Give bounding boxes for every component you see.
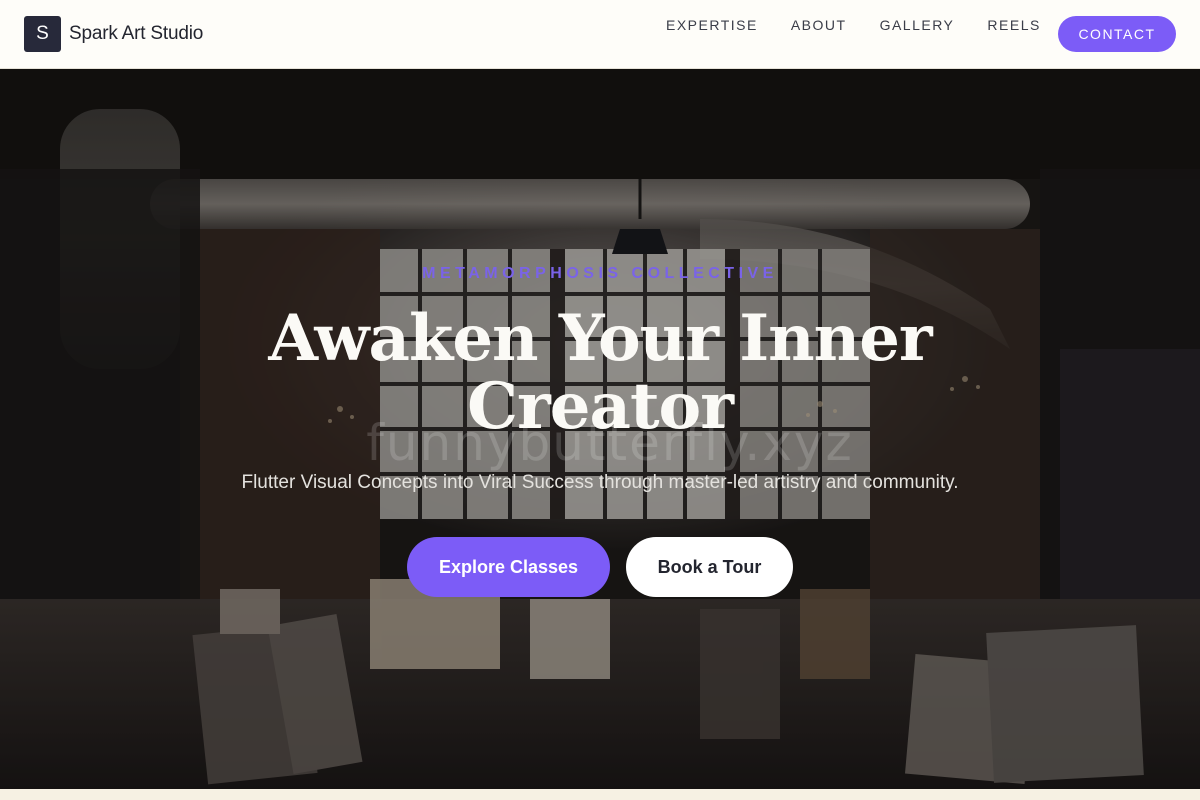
hero-section: METAMORPHOSIS COLLECTIVE Awaken Your Inn… — [0, 69, 1200, 789]
nav-item-about[interactable]: ABOUT — [791, 17, 847, 33]
nav-item-expertise[interactable]: EXPERTISE — [666, 17, 758, 33]
hero-subtitle: Flutter Visual Concepts into Viral Succe… — [241, 472, 959, 493]
watermark-text: funnybutterfly.xyz — [366, 414, 854, 472]
brand-name: Spark Art Studio — [69, 23, 204, 44]
next-section-edge — [0, 789, 1200, 800]
nav-item-gallery[interactable]: GALLERY — [880, 17, 955, 33]
main-nav: EXPERTISE ABOUT GALLERY REELS — [666, 17, 1074, 33]
logo-mark: S — [24, 16, 61, 52]
nav-item-reels[interactable]: REELS — [987, 17, 1040, 33]
explore-classes-button[interactable]: Explore Classes — [407, 537, 610, 597]
hero-eyebrow: METAMORPHOSIS COLLECTIVE — [422, 265, 778, 282]
site-header: S Spark Art Studio EXPERTISE ABOUT GALLE… — [0, 0, 1200, 69]
brand-logo-link[interactable]: S Spark Art Studio — [24, 16, 203, 52]
contact-button[interactable]: CONTACT — [1058, 16, 1176, 52]
book-tour-button[interactable]: Book a Tour — [626, 537, 793, 597]
